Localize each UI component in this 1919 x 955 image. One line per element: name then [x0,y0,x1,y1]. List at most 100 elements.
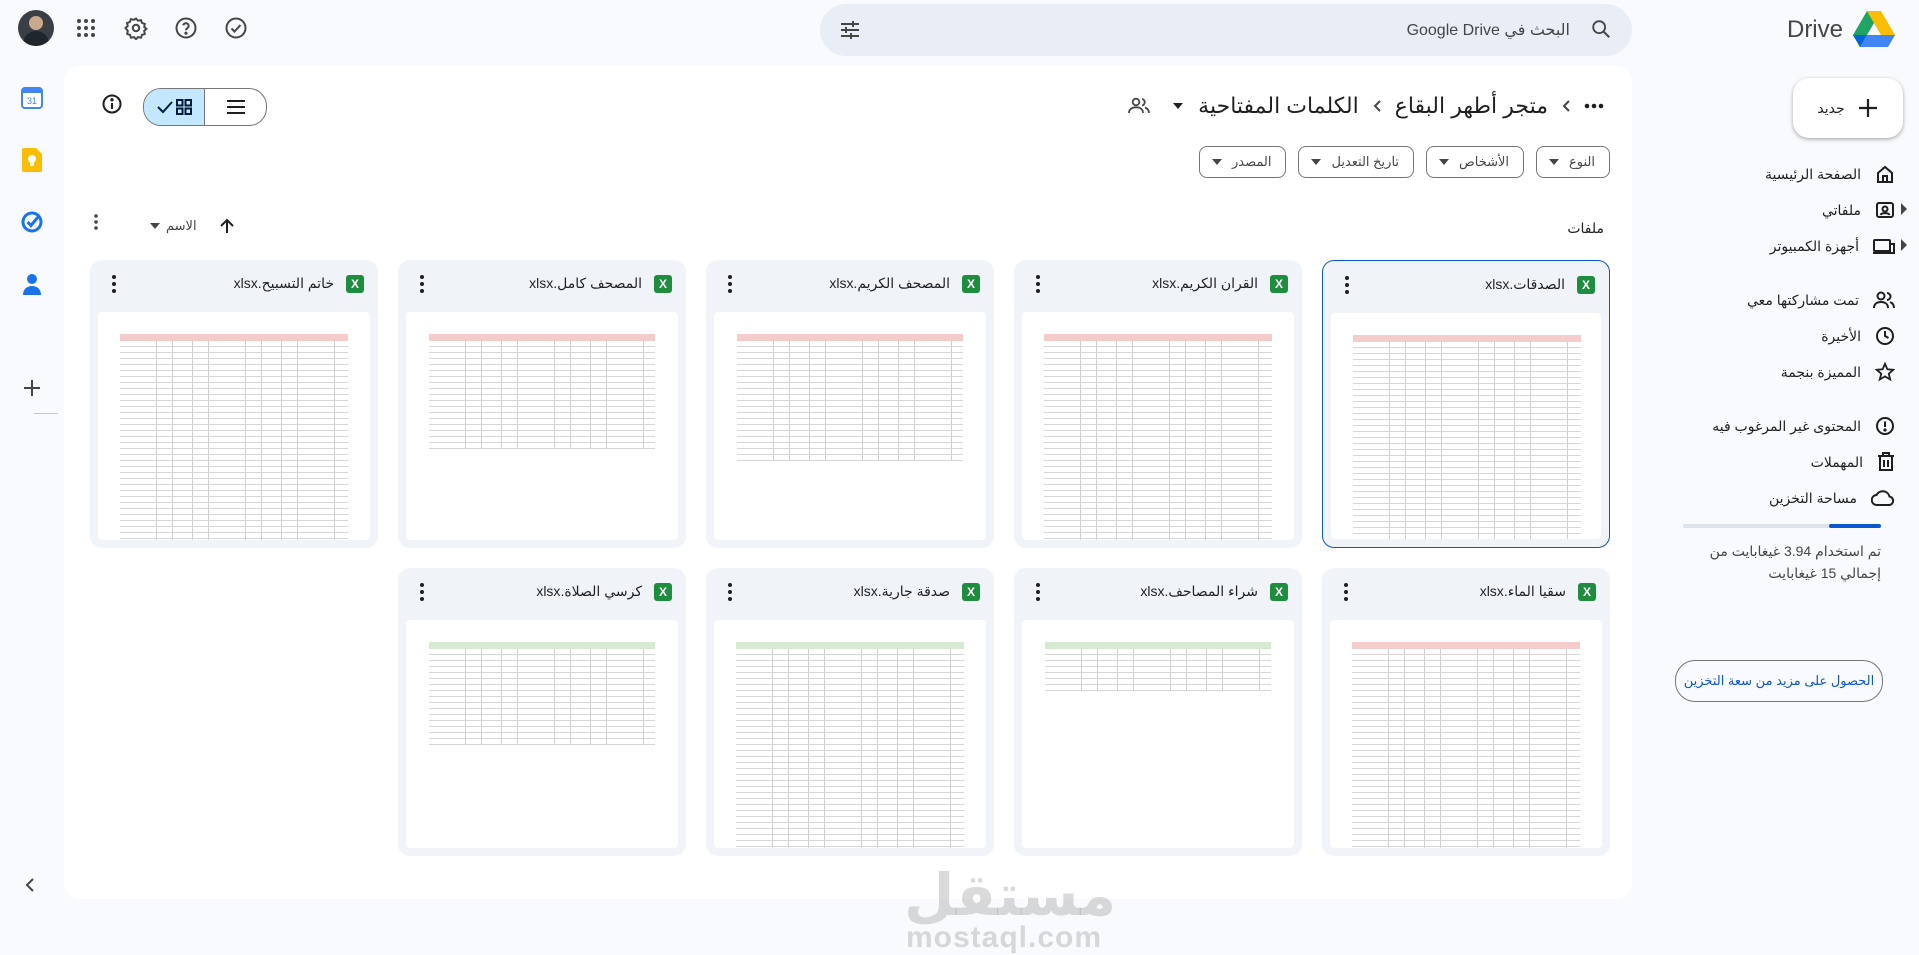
details-info-icon[interactable] [102,94,122,114]
breadcrumb-item[interactable]: متجر أطهر البقاع [1395,93,1548,119]
file-card[interactable]: X صدقة جارية.xlsx [706,568,994,856]
contacts-icon[interactable] [14,266,50,302]
breadcrumb-current-folder[interactable]: الكلمات المفتاحية [1198,93,1359,119]
excel-file-icon: X [1577,276,1595,294]
shared-folder-icon [1128,97,1151,115]
file-thumbnail[interactable] [406,620,678,848]
new-button[interactable]: جديد [1793,78,1903,138]
search-icon[interactable] [1590,18,1612,40]
more-path-icon[interactable] [1584,103,1604,109]
file-thumbnail[interactable] [714,312,986,540]
nav-item-label: ملفاتي [1821,201,1861,218]
main-content: متجر أطهر البقاع الكلمات المفتاحية النوع… [64,66,1632,954]
file-card[interactable]: X القران الكريم.xlsx [1014,260,1302,548]
folder-dropdown-icon[interactable] [1172,102,1184,110]
file-card[interactable]: X المصحف كامل.xlsx [398,260,686,548]
more-actions-icon[interactable] [718,272,742,296]
file-thumbnail[interactable] [1330,620,1602,848]
file-name[interactable]: القران الكريم.xlsx [1152,275,1258,292]
navigation-sidebar: جديد الصفحة الرئيسية ملفاتي أجهزة الكمبي… [1637,64,1919,911]
file-name[interactable]: خاتم التسبيح.xlsx [234,275,334,292]
file-card-header: X الصدقات.xlsx [1323,261,1609,311]
nav-item-label: مساحة التخزين [1769,489,1857,506]
my-drive-icon [1876,202,1894,218]
file-card[interactable]: X سقيا الماء.xlsx [1322,568,1610,856]
more-actions-icon[interactable] [1026,272,1050,296]
calendar-icon[interactable]: 31 [14,80,50,116]
more-sort-options-icon[interactable] [94,214,98,230]
keep-icon[interactable] [14,142,50,178]
more-actions-icon[interactable] [1026,580,1050,604]
filter-people-chip[interactable]: الأشخاص [1426,146,1525,178]
expand-caret-icon[interactable] [1901,203,1909,215]
more-actions-icon[interactable] [1335,273,1359,297]
filter-type-chip[interactable]: النوع [1536,146,1610,178]
nav-item-my-drive[interactable]: ملفاتي [1821,194,1907,226]
filter-source-chip[interactable]: المصدر [1199,146,1287,178]
add-app-icon[interactable] [14,370,50,406]
account-avatar[interactable] [18,10,54,46]
settings-icon[interactable] [118,10,154,46]
search-placeholder[interactable]: البحث في Google Drive [1407,20,1570,40]
excel-file-icon: X [1270,583,1288,601]
collapse-side-panel-icon[interactable] [22,876,40,894]
search-bar[interactable]: البحث في Google Drive [820,4,1632,56]
file-card[interactable]: X خاتم التسبيح.xlsx [90,260,378,548]
file-thumbnail[interactable] [406,312,678,540]
more-actions-icon[interactable] [1334,580,1358,604]
more-actions-icon[interactable] [410,272,434,296]
nav-item-home[interactable]: الصفحة الرئيسية [1765,158,1895,190]
apps-grid-icon[interactable] [68,10,104,46]
list-view-button[interactable] [205,89,266,125]
tasks-icon[interactable] [14,204,50,240]
dropdown-arrow-icon [150,223,160,229]
file-name[interactable]: كرسي الصلاة.xlsx [536,583,642,600]
more-actions-icon[interactable] [410,580,434,604]
file-name[interactable]: صدقة جارية.xlsx [854,583,950,600]
file-thumbnail[interactable] [1022,312,1294,540]
file-thumbnail[interactable] [98,312,370,540]
grid-view-button[interactable] [144,89,205,125]
nav-item-starred[interactable]: المميزة بنجمة [1781,356,1895,388]
get-more-storage-button[interactable]: الحصول على مزيد من سعة التخزين [1675,660,1883,702]
help-icon[interactable] [168,10,204,46]
file-card-header: X المصحف كامل.xlsx [398,260,686,310]
view-toggle [143,88,267,126]
nav-item-computers[interactable]: أجهزة الكمبيوتر [1770,230,1907,262]
file-name[interactable]: شراء المصاحف.xlsx [1140,583,1258,600]
nav-item-shared-with-me[interactable]: تمت مشاركتها معي [1747,284,1895,316]
file-thumbnail[interactable] [1022,620,1294,848]
sheet-row [1352,847,1580,848]
file-name[interactable]: المصحف الكريم.xlsx [829,275,950,292]
nav-item-spam[interactable]: المحتوى غير المرغوب فيه [1712,410,1895,442]
star-icon [1875,362,1895,382]
filter-modified-chip[interactable]: تاريخ التعديل [1298,146,1415,178]
file-name[interactable]: المصحف كامل.xlsx [529,275,642,292]
home-icon [1877,165,1893,183]
expand-caret-icon[interactable] [1901,239,1909,251]
nav-item-recent[interactable]: الأخيرة [1821,320,1895,352]
storage-usage-bar [1683,524,1881,528]
file-thumbnail[interactable] [1331,313,1601,539]
more-actions-icon[interactable] [102,272,126,296]
nav-item-trash[interactable]: المهملات [1811,446,1895,478]
nav-item-storage[interactable]: مساحة التخزين [1769,482,1895,514]
file-card[interactable]: X الصدقات.xlsx [1322,260,1610,548]
drive-logo[interactable]: Drive [1787,8,1895,52]
sort-control[interactable]: الاسم [150,212,235,240]
file-card[interactable]: X كرسي الصلاة.xlsx [398,568,686,856]
storage-usage-text: تم استخدام 3.94 غيغابايت من إجمالي 15 غي… [1709,543,1881,581]
sort-by-name-dropdown[interactable]: الاسم [150,218,197,234]
offline-ready-icon[interactable] [218,10,254,46]
sort-direction-icon[interactable] [219,218,235,234]
file-card[interactable]: X شراء المصاحف.xlsx [1014,568,1302,856]
chip-label: المصدر [1232,154,1272,169]
file-name[interactable]: الصدقات.xlsx [1485,276,1565,293]
search-options-icon[interactable] [838,18,862,42]
spreadsheet-preview [1352,642,1580,848]
more-actions-icon[interactable] [718,580,742,604]
excel-file-icon: X [654,583,672,601]
file-name[interactable]: سقيا الماء.xlsx [1480,583,1566,600]
file-card[interactable]: X المصحف الكريم.xlsx [706,260,994,548]
file-thumbnail[interactable] [714,620,986,848]
